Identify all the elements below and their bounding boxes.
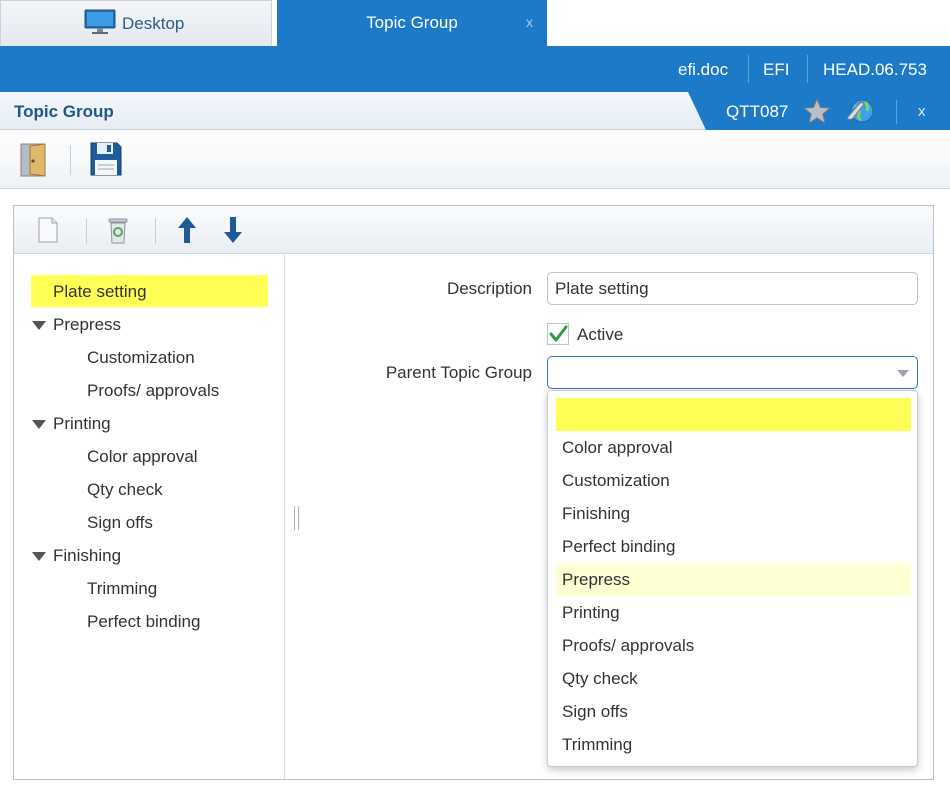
close-screen-button[interactable]: x <box>918 103 926 120</box>
expand-triangle-icon[interactable] <box>32 420 46 429</box>
description-label: Description <box>446 279 532 298</box>
dropdown-option-sign-offs[interactable]: Sign offs <box>556 695 911 728</box>
tree-item-plate-setting[interactable]: Plate setting <box>31 275 268 307</box>
screen-titlebar: Topic Group QTT087 x <box>0 92 950 130</box>
tree-item-printing[interactable]: Printing <box>53 414 111 434</box>
chevron-down-icon[interactable] <box>897 370 909 377</box>
window-tabstrip: Desktop Topic Group x <box>0 0 950 46</box>
tab-topic-group[interactable]: Topic Group x <box>277 0 547 46</box>
dropdown-option-proofs-approvals[interactable]: Proofs/ approvals <box>556 629 911 662</box>
main-toolbar <box>0 131 950 189</box>
company-name: EFI <box>763 60 790 79</box>
dropdown-option-qty-check[interactable]: Qty check <box>556 662 911 695</box>
move-up-arrow-icon[interactable] <box>177 216 197 244</box>
recycle-bin-icon[interactable] <box>107 216 129 244</box>
dropdown-option-empty[interactable] <box>556 398 911 431</box>
toolbar-divider <box>70 145 71 175</box>
move-down-arrow-icon[interactable] <box>223 216 243 244</box>
toolbar-divider <box>155 218 156 244</box>
panel-splitter-handle[interactable] <box>294 506 299 530</box>
dropdown-option-customization[interactable]: Customization <box>556 464 911 497</box>
tab-desktop[interactable]: Desktop <box>0 0 272 46</box>
tree-item-label: Plate setting <box>53 282 147 301</box>
globe-link-icon[interactable] <box>843 96 879 126</box>
topic-group-tree: Plate setting Prepress Customization Pro… <box>14 254 285 779</box>
parent-topic-group-select[interactable] <box>547 356 918 389</box>
tree-item-trimming[interactable]: Trimming <box>87 579 157 599</box>
tree-item-finishing[interactable]: Finishing <box>53 546 121 566</box>
toolbar-divider <box>86 218 87 244</box>
tree-item-customization[interactable]: Customization <box>87 348 195 368</box>
dropdown-option-perfect-binding[interactable]: Perfect binding <box>556 530 911 563</box>
session-infobar: efi.doc EFI HEAD.06.753 <box>0 46 950 92</box>
parent-topic-group-dropdown: Color approval Customization Finishing P… <box>547 390 918 767</box>
dropdown-option-trimming[interactable]: Trimming <box>556 728 911 761</box>
description-input[interactable] <box>547 272 918 305</box>
database-name: efi.doc <box>678 60 729 79</box>
favorite-star-icon[interactable] <box>803 98 831 124</box>
monitor-icon <box>84 9 116 34</box>
parent-topic-group-label: Parent Topic Group <box>385 363 532 382</box>
titlebar-actions: QTT087 x <box>688 92 950 130</box>
tab-topic-group-label: Topic Group <box>366 13 458 32</box>
infobar-divider <box>807 55 808 83</box>
dropdown-option-finishing[interactable]: Finishing <box>556 497 911 530</box>
tree-item-perfect-binding[interactable]: Perfect binding <box>87 612 200 632</box>
tree-toolbar <box>14 206 933 254</box>
expand-triangle-icon[interactable] <box>32 552 46 561</box>
tree-item-sign-offs[interactable]: Sign offs <box>87 513 153 533</box>
dropdown-option-printing[interactable]: Printing <box>556 596 911 629</box>
dropdown-option-prepress[interactable]: Prepress <box>556 563 911 596</box>
titlebar-divider <box>896 100 897 124</box>
new-document-icon[interactable] <box>37 217 59 243</box>
exit-door-icon[interactable] <box>18 142 50 178</box>
tab-close-button[interactable]: x <box>526 14 533 30</box>
tree-item-proofs-approvals[interactable]: Proofs/ approvals <box>87 381 219 401</box>
active-checkbox-label: Active <box>577 325 624 344</box>
version-label: HEAD.06.753 <box>823 60 927 79</box>
screen-code: QTT087 <box>726 102 789 121</box>
dropdown-option-color-approval[interactable]: Color approval <box>556 431 911 464</box>
tree-item-color-approval[interactable]: Color approval <box>87 447 198 467</box>
tree-item-prepress[interactable]: Prepress <box>53 315 121 335</box>
expand-triangle-icon[interactable] <box>32 321 46 330</box>
page-title: Topic Group <box>14 102 114 121</box>
infobar-divider <box>748 55 749 83</box>
active-checkbox[interactable] <box>547 323 569 345</box>
tree-item-qty-check[interactable]: Qty check <box>87 480 163 500</box>
save-floppy-icon[interactable] <box>89 141 123 177</box>
tab-desktop-label: Desktop <box>122 14 185 33</box>
